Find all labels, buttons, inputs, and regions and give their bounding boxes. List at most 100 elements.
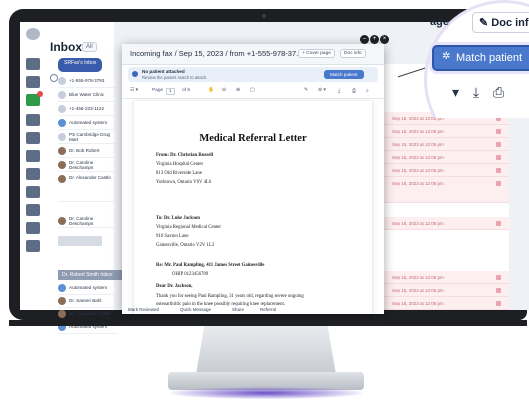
match-patient-button[interactable]: Match patient (324, 70, 364, 79)
close-icon[interactable] (496, 301, 501, 306)
table-row[interactable]: Sep 15, 2023 at 12:05 pm (374, 177, 509, 203)
pan-icon[interactable]: ✋ (208, 88, 214, 93)
megaphone-icon[interactable] (26, 114, 40, 126)
avatar (58, 160, 66, 169)
doc-line: Dear Dr. Jackson, (156, 284, 193, 289)
list-item[interactable]: +1-555-978-3793 (58, 74, 118, 88)
page-label: Page (152, 88, 164, 93)
zoom-in-icon[interactable]: ⊕ (236, 88, 240, 93)
close-icon[interactable] (496, 142, 501, 147)
page-input[interactable]: 1 (166, 88, 175, 95)
doc-info-button[interactable]: Doc info (340, 49, 366, 58)
avatar[interactable] (26, 28, 40, 40)
minimize-icon[interactable]: – (360, 35, 369, 44)
clipboard-icon[interactable] (26, 76, 40, 88)
fax-viewer: – + × Incoming fax / Sep 15, 2023 / from… (122, 35, 389, 315)
close-icon[interactable] (496, 129, 501, 134)
share-button[interactable]: Share (232, 307, 244, 312)
cover-page-button[interactable]: + Cover page (298, 49, 335, 58)
zoom-callout: age ✎ Doc info ✲ Match patient ▾ ⤓ ⎙ (424, 0, 529, 118)
notice-title: No patient attached (142, 69, 185, 74)
download-icon[interactable]: ⤓ (338, 88, 340, 94)
close-icon[interactable] (496, 155, 501, 160)
list-item[interactable]: Automated system (58, 116, 118, 130)
info-icon (132, 71, 138, 77)
sparkle-icon: ✲ (442, 51, 451, 62)
chevron-down-icon[interactable]: ▾ (452, 84, 459, 100)
mark-reviewed-button[interactable]: Mark Reviewed (128, 307, 159, 312)
list-item[interactable]: Dr. Alexander Castle (58, 172, 118, 202)
chart-icon[interactable] (26, 204, 40, 216)
zoom-match-patient-label: Match patient (456, 52, 523, 64)
monitor-chin (9, 320, 527, 326)
system-icon (58, 283, 66, 292)
filter-dropdown[interactable]: All (82, 42, 97, 52)
list-item[interactable]: Dr. Caroline Deschamps (58, 158, 118, 172)
doc-line: Virginia Regional Medical Center (156, 225, 222, 230)
document-area: Medical Referral Letter From: Dr. Christ… (128, 101, 378, 314)
patient-notice: No patient attached Review the patient m… (128, 67, 378, 82)
close-icon[interactable] (496, 181, 501, 186)
tab-inbox[interactable]: SRFax's Inbox (58, 58, 103, 72)
doc-line: 910 Saxton Lane (156, 234, 189, 239)
home-icon[interactable] (26, 58, 40, 70)
zoom-out-icon[interactable]: ⊖ (222, 88, 226, 93)
table-row[interactable]: Sep 15, 2023 at 12:05 pm (374, 151, 509, 164)
viewer-toolbar: ☷ ▾ Page 1 of 5 ✋ ⊖ ⊕ ▢ ✎ ⊚ ▾ ⤓ ⎙ ⌕ (122, 86, 384, 99)
doc-line: From: Dr. Christian Russell (156, 153, 214, 158)
zoom-doc-info-button[interactable]: ✎ Doc info (472, 12, 529, 33)
chat-icon[interactable] (26, 132, 40, 144)
viewer-title: Incoming fax / Sep 15, 2023 / from +1-55… (130, 49, 303, 58)
page-total: of 5 (182, 88, 191, 93)
quick-message-button[interactable]: Quick Message (180, 307, 211, 312)
table-icon[interactable] (26, 150, 40, 162)
apps-icon[interactable] (26, 240, 40, 252)
fit-icon[interactable]: ▢ (250, 88, 255, 93)
list-item[interactable]: Dr. Bob Robert (58, 144, 118, 158)
list-item[interactable]: Dr. Alexander Castle (58, 307, 118, 321)
table-row[interactable]: Sep 15, 2023 at 12:05 pm (374, 125, 509, 138)
inbox-group-collapsed[interactable] (58, 236, 102, 246)
home-icon[interactable] (26, 186, 40, 198)
list-item[interactable]: PS Cambridge Drug Mart (58, 130, 118, 144)
edit-icon[interactable]: ✎ (304, 88, 308, 93)
inbox-group-header[interactable]: Dr. Robert Smith Inbox (58, 270, 132, 280)
zoom-match-patient-button[interactable]: ✲ Match patient (432, 45, 529, 71)
doc-line: OHIP 0123456789 (172, 272, 209, 277)
download-icon[interactable]: ⤓ (473, 84, 479, 100)
search-icon[interactable]: ⌕ (366, 88, 369, 94)
doc-line: 813 Old Riverside Lane (156, 171, 202, 176)
zoom-toolbar-icons: ▾ ⤓ ⎙ (452, 84, 504, 101)
action-bar: Mark Reviewed Quick Message Share Referr… (128, 307, 328, 315)
referral-button[interactable]: Referral (260, 307, 276, 312)
list-item[interactable]: Dr. Caroline Deschamps (58, 214, 118, 228)
list-item[interactable]: Blue Water Clinic (58, 88, 118, 102)
list-item[interactable]: Automated system (58, 281, 118, 295)
close-icon[interactable] (496, 288, 501, 293)
doc-line: Re: Mr. Paul Rampling, 411 James Street … (156, 263, 265, 268)
table-row[interactable]: Sep 15, 2023 at 12:05 pm (374, 297, 509, 310)
inbox-icon[interactable] (26, 91, 43, 106)
inbox-title: Inbox (50, 40, 82, 54)
document-icon[interactable] (26, 168, 40, 180)
print-icon[interactable]: ⎙ (352, 88, 356, 94)
table-row[interactable]: Sep 15, 2023 at 12:05 pm (374, 217, 509, 230)
graph-icon[interactable] (26, 222, 40, 234)
table-row[interactable]: Sep 15, 2023 at 12:05 pm (374, 271, 509, 284)
list-item[interactable]: Dr. Sareeri Bahl (58, 294, 118, 308)
close-icon[interactable] (496, 221, 501, 226)
stamp-icon[interactable]: ⊚ ▾ (318, 88, 326, 93)
close-icon[interactable] (496, 275, 501, 280)
zoom-page-label: age (430, 16, 449, 28)
document-title: Medical Referral Letter (199, 133, 307, 144)
thumbnails-icon[interactable]: ☷ ▾ (130, 88, 138, 93)
close-icon[interactable] (496, 168, 501, 173)
print-icon[interactable]: ⎙ (493, 84, 504, 100)
table-row[interactable]: Sep 15, 2023 at 12:05 pm (374, 284, 509, 297)
avatar (58, 296, 66, 305)
table-row[interactable]: Sep 15, 2023 at 12:05 pm (374, 138, 509, 151)
list-item[interactable]: +1-456-233-1122 (58, 102, 118, 116)
expand-icon[interactable]: + (370, 35, 379, 44)
close-icon[interactable]: × (380, 35, 389, 44)
table-row[interactable]: Sep 15, 2023 at 12:05 pm (374, 164, 509, 177)
